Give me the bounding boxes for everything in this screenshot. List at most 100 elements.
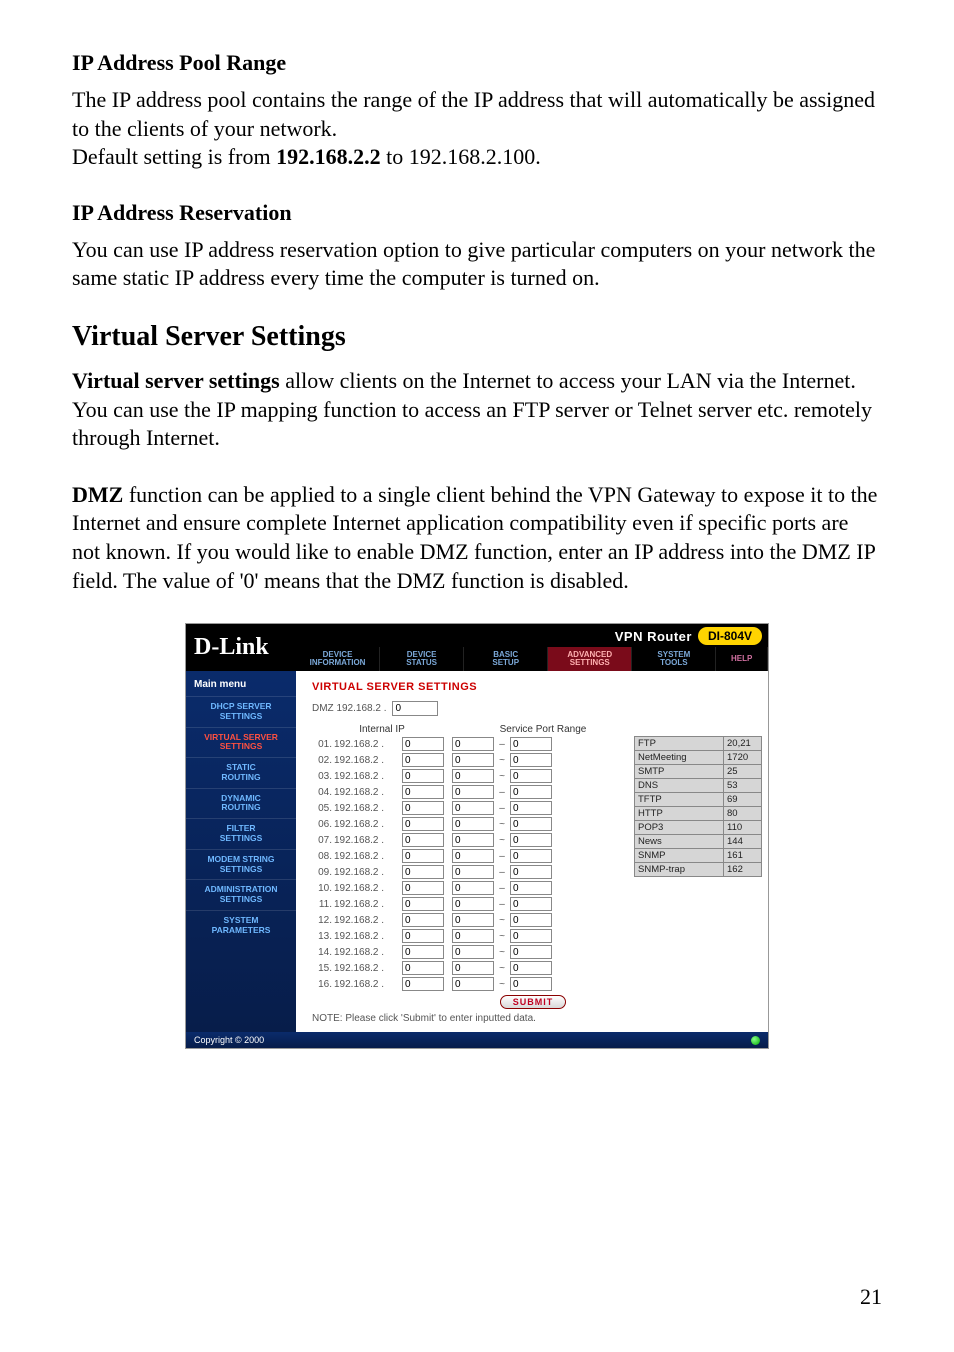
- internal-ip-input[interactable]: [402, 945, 444, 959]
- sidebar-item[interactable]: DYNAMIC ROUTING: [186, 788, 296, 819]
- range-separator: –: [496, 851, 508, 862]
- port-start-input[interactable]: [452, 769, 494, 783]
- port-end-input[interactable]: [510, 961, 552, 975]
- port-start-input[interactable]: [452, 881, 494, 895]
- tab-device-information[interactable]: DEVICE INFORMATION: [296, 647, 380, 671]
- internal-ip-input[interactable]: [402, 833, 444, 847]
- internal-ip-input[interactable]: [402, 817, 444, 831]
- port-start-input[interactable]: [452, 865, 494, 879]
- port-start-input[interactable]: [452, 801, 494, 815]
- row-index: 14.: [312, 947, 332, 958]
- tab-device-status[interactable]: DEVICE STATUS: [380, 647, 464, 671]
- virtual-server-row: 09.192.168.2 .–: [312, 865, 634, 879]
- ip-prefix: 192.168.2 .: [334, 851, 400, 862]
- range-separator: ~: [496, 963, 508, 974]
- service-row: NetMeeting1720: [635, 751, 762, 765]
- sidebar-item[interactable]: STATIC ROUTING: [186, 757, 296, 788]
- port-end-input[interactable]: [510, 801, 552, 815]
- port-start-input[interactable]: [452, 785, 494, 799]
- panel-title: VIRTUAL SERVER SETTINGS: [312, 681, 762, 693]
- row-index: 16.: [312, 979, 332, 990]
- virtual-server-row: 01.192.168.2 .–: [312, 737, 634, 751]
- port-start-input[interactable]: [452, 737, 494, 751]
- ip-prefix: 192.168.2 .: [334, 915, 400, 926]
- range-separator: ~: [496, 835, 508, 846]
- port-start-input[interactable]: [452, 945, 494, 959]
- port-start-input[interactable]: [452, 817, 494, 831]
- heading-reservation: IP Address Reservation: [72, 200, 882, 226]
- internal-ip-input[interactable]: [402, 977, 444, 991]
- status-dot-icon: [751, 1036, 760, 1045]
- port-end-input[interactable]: [510, 785, 552, 799]
- range-separator: ~: [496, 979, 508, 990]
- internal-ip-input[interactable]: [402, 753, 444, 767]
- virtual-server-row: 02.192.168.2 .~: [312, 753, 634, 767]
- port-end-input[interactable]: [510, 929, 552, 943]
- sidebar-item[interactable]: MODEM STRING SETTINGS: [186, 849, 296, 880]
- port-end-input[interactable]: [510, 737, 552, 751]
- tab-system-tools[interactable]: SYSTEM TOOLS: [632, 647, 716, 671]
- row-index: 09.: [312, 867, 332, 878]
- sidebar-item[interactable]: ADMINISTRATION SETTINGS: [186, 879, 296, 910]
- port-end-input[interactable]: [510, 913, 552, 927]
- internal-ip-input[interactable]: [402, 897, 444, 911]
- port-end-input[interactable]: [510, 945, 552, 959]
- tab-help[interactable]: HELP: [716, 647, 768, 671]
- internal-ip-input[interactable]: [402, 849, 444, 863]
- port-end-input[interactable]: [510, 881, 552, 895]
- internal-ip-input[interactable]: [402, 737, 444, 751]
- bold: Virtual server settings: [72, 368, 280, 393]
- port-start-input[interactable]: [452, 929, 494, 943]
- virtual-server-row: 05.192.168.2 .–: [312, 801, 634, 815]
- internal-ip-input[interactable]: [402, 929, 444, 943]
- row-index: 11.: [312, 899, 332, 910]
- port-start-input[interactable]: [452, 753, 494, 767]
- internal-ip-input[interactable]: [402, 913, 444, 927]
- page-number: 21: [860, 1284, 882, 1310]
- row-index: 02.: [312, 755, 332, 766]
- service-name: SNMP-trap: [635, 863, 724, 877]
- tab-advanced-settings[interactable]: ADVANCED SETTINGS: [548, 647, 632, 671]
- service-row: DNS53: [635, 779, 762, 793]
- dmz-input[interactable]: [392, 701, 438, 716]
- main-panel: VIRTUAL SERVER SETTINGS DMZ 192.168.2 . …: [296, 671, 768, 1032]
- sidebar-item[interactable]: DHCP SERVER SETTINGS: [186, 696, 296, 727]
- port-end-input[interactable]: [510, 753, 552, 767]
- sidebar-item[interactable]: FILTER SETTINGS: [186, 818, 296, 849]
- dmz-row: DMZ 192.168.2 .: [312, 701, 762, 716]
- service-port: 162: [724, 863, 762, 877]
- internal-ip-input[interactable]: [402, 769, 444, 783]
- internal-ip-input[interactable]: [402, 801, 444, 815]
- tab-bar: DEVICE INFORMATIONDEVICE STATUSBASIC SET…: [296, 647, 768, 671]
- sidebar-item[interactable]: SYSTEM PARAMETERS: [186, 910, 296, 941]
- service-name: NetMeeting: [635, 751, 724, 765]
- port-start-input[interactable]: [452, 849, 494, 863]
- internal-ip-input[interactable]: [402, 961, 444, 975]
- ip-prefix: 192.168.2 .: [334, 755, 400, 766]
- internal-ip-input[interactable]: [402, 881, 444, 895]
- port-end-input[interactable]: [510, 849, 552, 863]
- range-separator: ~: [496, 771, 508, 782]
- port-end-input[interactable]: [510, 865, 552, 879]
- port-start-input[interactable]: [452, 897, 494, 911]
- tab-basic-setup[interactable]: BASIC SETUP: [464, 647, 548, 671]
- port-end-input[interactable]: [510, 769, 552, 783]
- port-start-input[interactable]: [452, 833, 494, 847]
- internal-ip-input[interactable]: [402, 865, 444, 879]
- sidebar-item[interactable]: VIRTUAL SERVER SETTINGS: [186, 727, 296, 758]
- range-separator: ~: [496, 915, 508, 926]
- port-start-input[interactable]: [452, 913, 494, 927]
- port-end-input[interactable]: [510, 977, 552, 991]
- text: to 192.168.2.100.: [381, 144, 541, 169]
- port-end-input[interactable]: [510, 897, 552, 911]
- port-end-input[interactable]: [510, 817, 552, 831]
- port-start-input[interactable]: [452, 961, 494, 975]
- port-end-input[interactable]: [510, 833, 552, 847]
- ip-prefix: 192.168.2 .: [334, 819, 400, 830]
- row-index: 12.: [312, 915, 332, 926]
- service-port: 161: [724, 849, 762, 863]
- virtual-server-row: 11.192.168.2 .–: [312, 897, 634, 911]
- port-start-input[interactable]: [452, 977, 494, 991]
- internal-ip-input[interactable]: [402, 785, 444, 799]
- submit-button[interactable]: SUBMIT: [500, 995, 567, 1009]
